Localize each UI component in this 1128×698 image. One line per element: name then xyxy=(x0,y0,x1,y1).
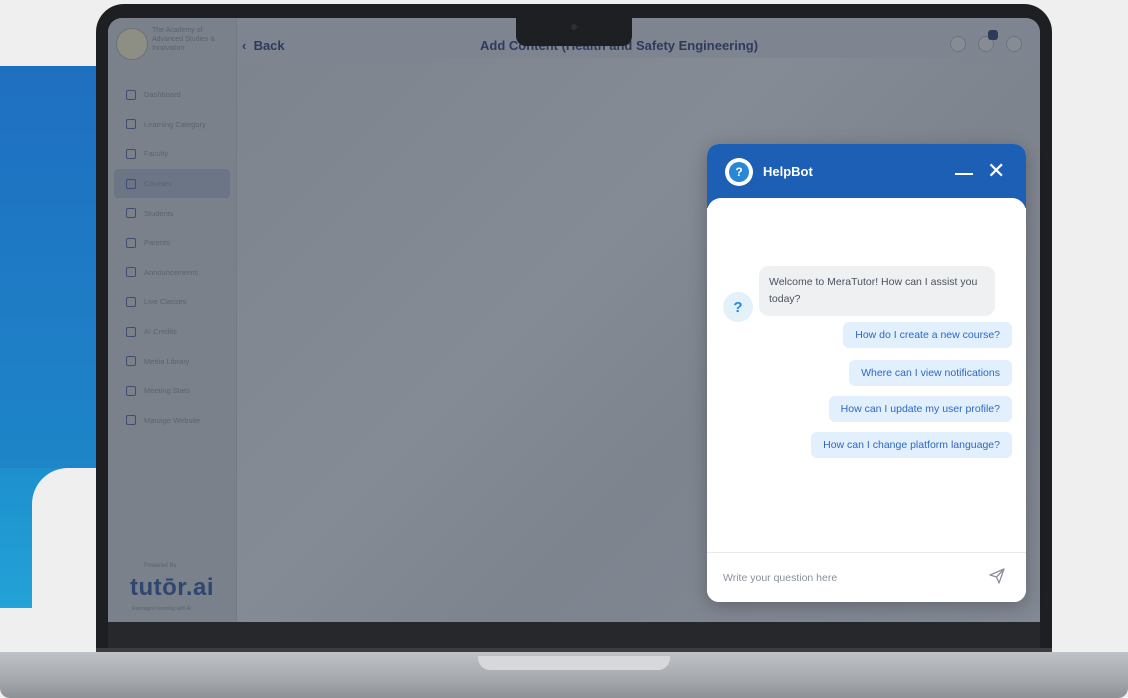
avatar[interactable] xyxy=(1006,36,1022,52)
sidebar-item-label: Dashboard xyxy=(144,90,181,100)
sidebar-item-label: AI Credits xyxy=(144,327,177,337)
bulb-icon[interactable] xyxy=(950,36,966,52)
sidebar-item-meeting-stats[interactable]: Meeting Stats xyxy=(108,376,236,406)
camera-icon xyxy=(571,24,577,30)
sidebar-item-label: Faculty xyxy=(144,149,169,159)
helpbot-window: ? HelpBot ✕ ? Welcome to MeraTutor! How … xyxy=(707,144,1026,602)
helpbot-logo: ? xyxy=(725,158,753,186)
powered-by-label: Powered By xyxy=(144,563,177,569)
sidebar-item-label: Live Classes xyxy=(144,297,187,307)
video-icon xyxy=(126,296,136,307)
suggestion-chip[interactable]: How do I create a new course? xyxy=(843,322,1012,348)
sidebar-item-label: Students xyxy=(144,208,174,218)
sidebar-item-manage-website[interactable]: Manage Website xyxy=(108,406,236,436)
org-logo xyxy=(116,28,148,60)
camera-notch xyxy=(516,18,632,46)
helpbot-body: ? Welcome to MeraTutor! How can I assist… xyxy=(707,198,1026,602)
sidebar-item-courses[interactable]: Courses xyxy=(114,168,230,199)
category-icon xyxy=(126,119,136,130)
sidebar-item-media-library[interactable]: Media Library xyxy=(108,346,236,376)
sidebar-item-label: Announcements xyxy=(144,267,199,277)
sidebar-item-ai-credits[interactable]: AI Credits xyxy=(108,317,236,347)
sidebar-item-label: Courses xyxy=(144,179,172,189)
courses-icon xyxy=(126,178,136,189)
stats-icon xyxy=(126,385,136,396)
sidebar-item-label: Learning Category xyxy=(144,119,206,129)
sidebar-nav: Dashboard Learning Category Faculty Cour… xyxy=(108,80,236,435)
suggestion-chip[interactable]: How can I update my user profile? xyxy=(828,396,1012,422)
sidebar-item-students[interactable]: Students xyxy=(108,198,236,228)
sidebar-item-faculty[interactable]: Faculty xyxy=(108,139,236,169)
bot-welcome-message: Welcome to MeraTutor! How can I assist y… xyxy=(759,266,995,316)
sidebar-item-announcements[interactable]: Announcements xyxy=(108,258,236,288)
suggestion-chip[interactable]: Where can I view notifications xyxy=(849,360,1012,386)
graduate-icon: ? xyxy=(729,162,749,182)
sidebar-item-label: Meeting Stats xyxy=(144,386,190,396)
media-icon xyxy=(126,356,136,367)
sidebar-item-dashboard[interactable]: Dashboard xyxy=(108,80,236,110)
dashboard-icon xyxy=(126,89,136,100)
sidebar: The Academy of Advanced Studies & Innova… xyxy=(108,18,237,622)
brand-tagline: Reimagine learning with AI xyxy=(132,606,192,612)
laptop-base-notch xyxy=(478,656,670,670)
sidebar-item-label: Manage Website xyxy=(144,415,201,425)
students-icon xyxy=(126,208,136,219)
back-button[interactable]: ‹ Back xyxy=(242,38,285,53)
back-label: Back xyxy=(253,38,285,53)
sidebar-item-parents[interactable]: Parents xyxy=(108,228,236,258)
sidebar-item-live-classes[interactable]: Live Classes xyxy=(108,287,236,317)
helpbot-title: HelpBot xyxy=(763,164,813,179)
user-icon xyxy=(126,148,136,159)
brand-logo: tutōr.ai xyxy=(130,574,215,601)
suggestion-chip[interactable]: How can I change platform language? xyxy=(811,432,1012,458)
bot-avatar: ? xyxy=(723,292,753,322)
sidebar-item-learning-category[interactable]: Learning Category xyxy=(108,110,236,140)
close-icon[interactable]: ✕ xyxy=(987,158,1005,186)
minimize-icon[interactable] xyxy=(955,173,973,175)
topbar-icons xyxy=(950,36,1022,52)
sidebar-item-label: Media Library xyxy=(144,356,190,366)
question-input[interactable] xyxy=(721,564,975,592)
notification-badge xyxy=(988,30,998,40)
send-icon[interactable] xyxy=(987,566,1007,586)
website-icon xyxy=(126,415,136,426)
megaphone-icon xyxy=(126,267,136,278)
screen-chin xyxy=(108,622,1040,648)
input-divider xyxy=(707,552,1026,553)
sidebar-item-label: Parents xyxy=(144,238,170,248)
org-name: The Academy of Advanced Studies & Innova… xyxy=(152,27,216,52)
credits-icon xyxy=(126,326,136,337)
parents-icon xyxy=(126,237,136,248)
